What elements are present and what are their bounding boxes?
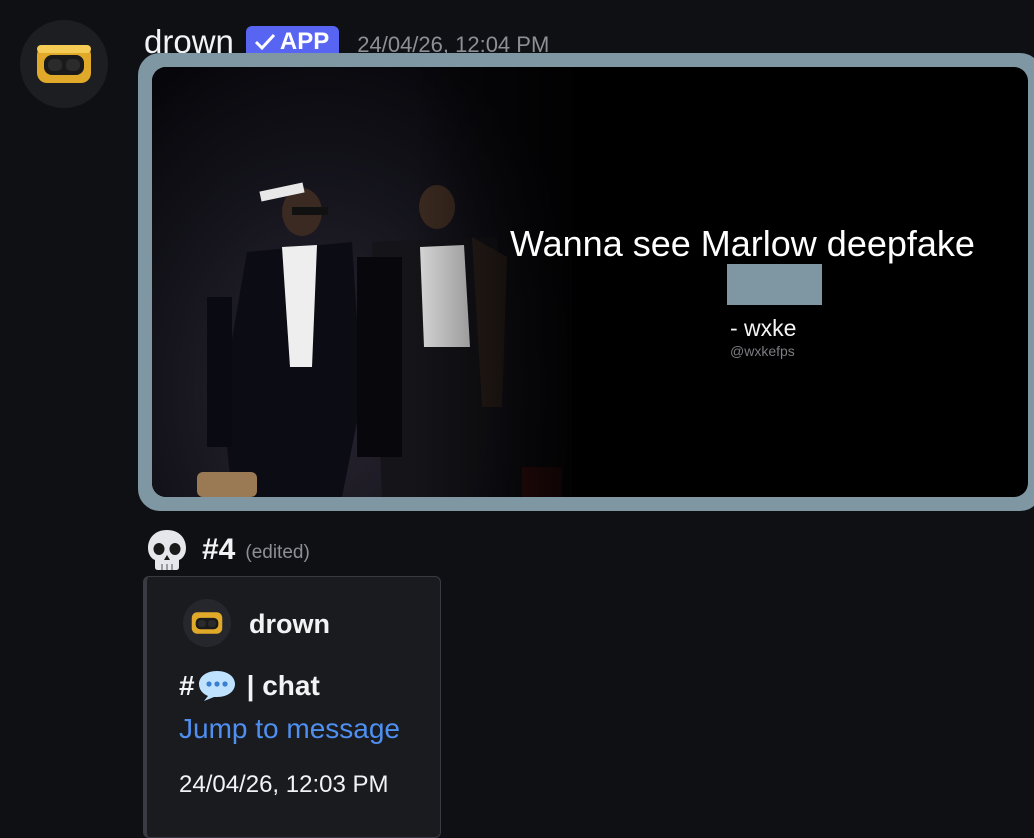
embed-quote-handle: @wxkefps bbox=[730, 343, 795, 359]
message-content-line: #4 (edited) bbox=[144, 525, 310, 575]
check-icon bbox=[254, 33, 275, 51]
app-badge-label: APP bbox=[279, 28, 330, 55]
author-avatar[interactable] bbox=[20, 20, 108, 108]
card-timestamp: 24/04/26, 12:03 PM bbox=[179, 771, 389, 798]
embed-quote-text: Wanna see Marlow deepfake bbox=[510, 223, 975, 264]
card-channel[interactable]: # | chat bbox=[179, 669, 320, 703]
message-text: #4 bbox=[202, 533, 236, 566]
embed-image[interactable]: Wanna see Marlow deepfake - wxke @wxkefp… bbox=[152, 67, 1028, 497]
photo-fade bbox=[412, 67, 612, 497]
goggles-icon bbox=[191, 612, 223, 634]
skull-icon bbox=[148, 530, 186, 570]
redaction-block bbox=[727, 264, 822, 305]
jump-to-message-link[interactable]: Jump to message bbox=[179, 713, 400, 745]
channel-name: | chat bbox=[246, 670, 320, 701]
forwarded-message-card[interactable]: drown # | chat Jump to message 24/04/26,… bbox=[143, 576, 441, 838]
channel-hash: # bbox=[179, 670, 195, 701]
goggles-icon bbox=[37, 45, 91, 83]
card-author-name[interactable]: drown bbox=[249, 609, 330, 640]
card-author-avatar[interactable] bbox=[183, 599, 231, 647]
embed-quote-author: - wxke bbox=[730, 315, 797, 341]
speech-bubble-icon bbox=[198, 671, 235, 701]
edited-label: (edited) bbox=[245, 542, 310, 563]
